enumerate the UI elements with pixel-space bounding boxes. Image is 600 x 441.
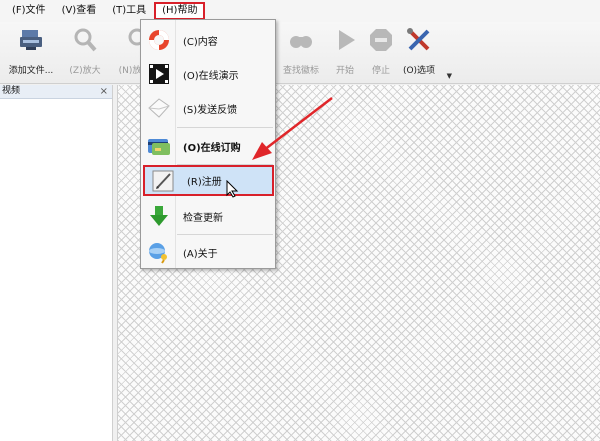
mouse-cursor-icon [226,180,239,198]
annotation-arrow [252,97,333,160]
